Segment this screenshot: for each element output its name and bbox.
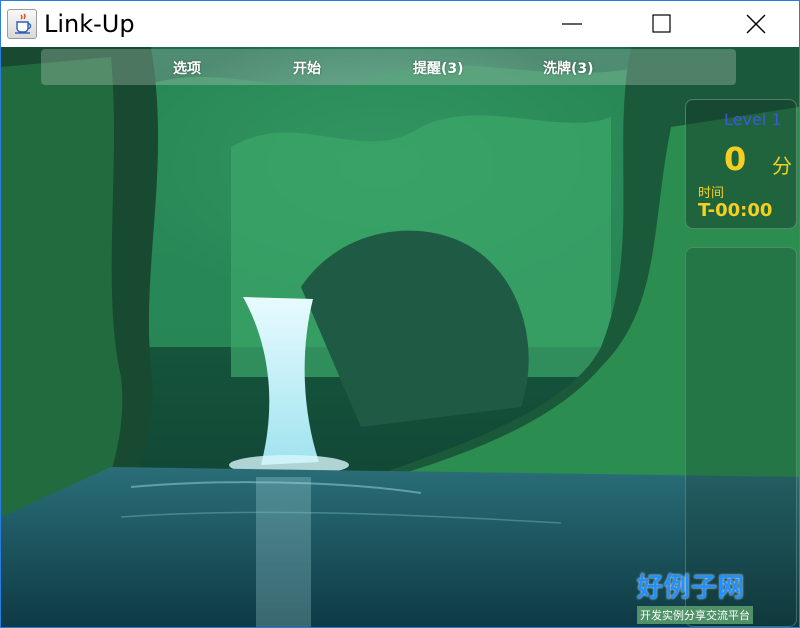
app-window: Link-Up 选项 开始 提醒(3) 洗牌(3) Level 1 0 分 时间… xyxy=(0,0,800,628)
menu-bar: 选项 开始 提醒(3) 洗牌(3) xyxy=(41,49,736,85)
java-cup-icon[interactable] xyxy=(7,9,37,39)
menu-start[interactable]: 开始 xyxy=(293,58,321,78)
watermark-title: 好例子网 xyxy=(637,573,746,603)
watermark: 好例子网 开发实例分享交流平台 xyxy=(637,567,771,624)
time-value: T-00:00 xyxy=(698,200,773,221)
minimize-icon xyxy=(562,23,582,25)
level-label: Level 1 xyxy=(724,110,782,129)
maximize-button[interactable] xyxy=(632,1,692,47)
minimize-button[interactable] xyxy=(542,1,602,47)
waterfall-background xyxy=(1,47,799,627)
watermark-subtitle: 开发实例分享交流平台 xyxy=(637,606,753,624)
time-label: 时间 xyxy=(698,186,725,201)
title-bar[interactable]: Link-Up xyxy=(1,1,799,47)
window-title: Link-Up xyxy=(44,10,135,38)
close-icon xyxy=(746,14,766,34)
score-unit: 分 xyxy=(772,154,792,178)
score-value: 0 xyxy=(724,140,747,178)
status-panel: Level 1 0 分 时间 T-00:00 xyxy=(685,99,797,229)
menu-shuffle[interactable]: 洗牌(3) xyxy=(543,58,594,78)
menu-hint[interactable]: 提醒(3) xyxy=(413,58,464,78)
game-board[interactable]: 选项 开始 提醒(3) 洗牌(3) Level 1 0 分 时间 T-00:00… xyxy=(1,47,799,627)
maximize-icon xyxy=(652,14,671,33)
close-button[interactable] xyxy=(726,1,786,47)
menu-options[interactable]: 选项 xyxy=(173,58,201,78)
